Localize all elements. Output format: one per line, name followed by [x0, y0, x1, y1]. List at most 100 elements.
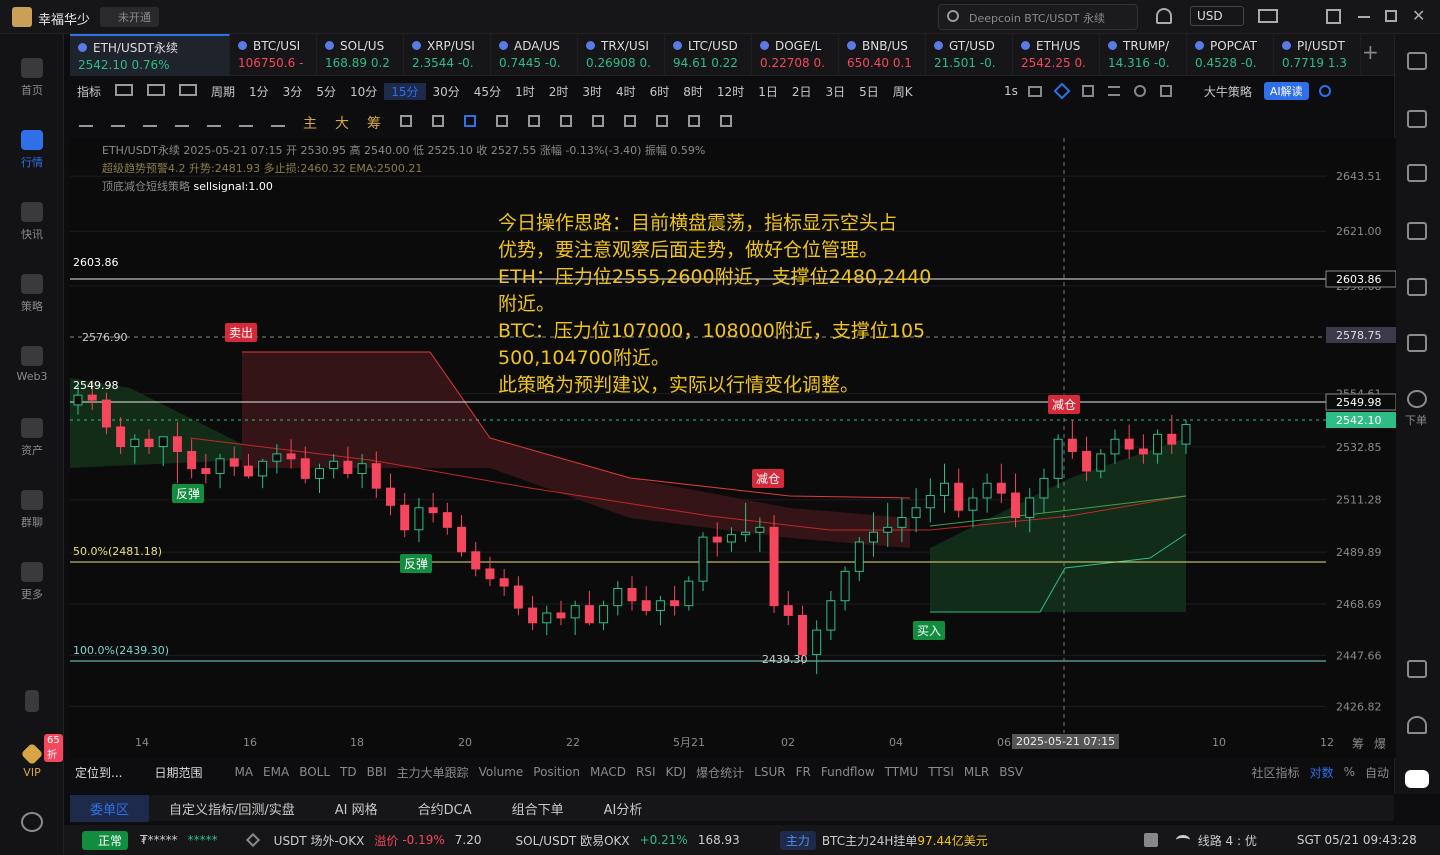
ticker-tab[interactable]: LTC/USD 94.61 0.22	[665, 34, 752, 76]
menu-icon[interactable]	[1107, 86, 1120, 96]
trash-icon[interactable]	[710, 115, 742, 131]
dollar-icon[interactable]	[1407, 164, 1427, 182]
ai-button[interactable]: AI解读	[1263, 82, 1309, 100]
ticker-tab[interactable]: POPCAT 0.4528 -0.	[1187, 34, 1274, 76]
camera-icon[interactable]	[1027, 85, 1042, 97]
magnet-icon[interactable]	[646, 115, 678, 131]
bottom-tab-4[interactable]: 组合下单	[492, 799, 584, 818]
eraser-icon[interactable]	[422, 115, 454, 131]
draw-tool-0[interactable]: 主	[294, 113, 326, 133]
indicator-right-3[interactable]: 自动	[1360, 764, 1394, 781]
rotate-icon[interactable]	[390, 115, 422, 131]
ticker-tab[interactable]: ETH/USDT永续 2542.10 0.76%	[70, 34, 230, 76]
nav-news[interactable]: 快讯	[0, 202, 64, 242]
help-icon[interactable]	[1143, 833, 1158, 847]
share-icon[interactable]	[1318, 85, 1331, 97]
indicator-11[interactable]: 爆仓统计	[691, 764, 749, 781]
strategy-select[interactable]: 大牛策略	[1186, 83, 1252, 100]
timeframe-10[interactable]: 2时	[542, 83, 576, 100]
close-icon[interactable]: ✕	[1412, 6, 1425, 25]
fullscreen-icon[interactable]	[1159, 85, 1172, 97]
indicator-left-0[interactable]: 定位到...	[70, 764, 127, 781]
nav-more[interactable]: 更多	[0, 562, 64, 602]
order-icon[interactable]	[1407, 390, 1427, 408]
add-tab-icon[interactable]: +	[1362, 40, 1379, 64]
lock-icon[interactable]	[582, 115, 614, 131]
timeframe-20[interactable]: 周K	[886, 83, 920, 100]
timeframe-7[interactable]: 30分	[426, 83, 467, 100]
timeframe-5[interactable]: 10分	[343, 83, 384, 100]
filter-icon[interactable]	[678, 115, 710, 131]
hline-icon[interactable]	[70, 115, 102, 131]
search-input[interactable]: Deepcoin BTC/USDT 永续	[969, 10, 1105, 26]
bottom-tab-3[interactable]: 合约DCA	[398, 799, 492, 818]
select-icon[interactable]	[454, 115, 486, 131]
text-icon[interactable]	[166, 115, 198, 131]
timeframe-18[interactable]: 3日	[818, 83, 852, 100]
bottom-tab-1[interactable]: 自定义指标/回测/实盘	[149, 799, 315, 818]
indicator-6[interactable]: Volume	[474, 765, 529, 779]
note-icon[interactable]	[614, 115, 646, 131]
doc-icon[interactable]	[1407, 110, 1427, 128]
layout-icon[interactable]	[1326, 9, 1341, 24]
status-badge[interactable]: 未开通	[100, 7, 159, 27]
indicator-18[interactable]: BSV	[994, 765, 1028, 779]
indicator-left-1[interactable]: 日期范围	[149, 764, 207, 781]
chart-area[interactable]: 2643.512621.002598.682554.612532.852511.…	[70, 138, 1396, 758]
line-icon[interactable]	[102, 115, 134, 131]
layout-tool-icon[interactable]	[140, 83, 172, 99]
indicator-15[interactable]: TTMU	[880, 765, 924, 779]
line-status[interactable]: 线路 4 : 优	[1198, 832, 1257, 849]
nav-web3[interactable]: Web3	[0, 346, 64, 383]
indicator-10[interactable]: KDJ	[661, 765, 692, 779]
pen-icon[interactable]	[1053, 82, 1071, 100]
maximize-icon[interactable]	[1385, 10, 1397, 22]
sol-pair[interactable]: SOL/USDT 欧易OKX	[516, 832, 630, 849]
ticker-tab[interactable]: ADA/US 0.7445 -0.	[491, 34, 578, 76]
list-icon[interactable]	[1407, 52, 1427, 70]
signal-icon[interactable]	[1407, 222, 1427, 240]
indicator-13[interactable]: FR	[791, 765, 816, 779]
nav-strategy[interactable]: 策略	[0, 274, 64, 314]
bot-icon[interactable]	[1405, 770, 1429, 788]
nav-home[interactable]: 首页	[0, 58, 64, 98]
otc-pair[interactable]: USDT 场外-OKX	[274, 832, 365, 849]
timeframe-0[interactable]: 指标	[70, 83, 108, 100]
ticker-tab[interactable]: SOL/US 168.89 0.2	[317, 34, 404, 76]
indicator-7[interactable]: Position	[528, 765, 585, 779]
copy-icon[interactable]	[1081, 85, 1094, 97]
channel-icon[interactable]	[134, 115, 166, 131]
indicator-1[interactable]: EMA	[258, 765, 294, 779]
layout-tool-icon[interactable]	[108, 83, 140, 99]
indicator-14[interactable]: Fundflow	[816, 765, 880, 779]
ticker-tab[interactable]: TRUMP/14.316 -0.	[1100, 34, 1187, 76]
timeframe-4[interactable]: 5分	[309, 83, 343, 100]
more-icon[interactable]	[262, 115, 294, 131]
headset-icon[interactable]	[1407, 716, 1427, 734]
ticker-tab[interactable]: GT/USD 21.501 -0.	[926, 34, 1013, 76]
timeframe-9[interactable]: 1时	[508, 83, 542, 100]
indicator-17[interactable]: MLR	[959, 765, 994, 779]
measure-icon[interactable]	[550, 115, 582, 131]
gear-icon[interactable]	[1133, 85, 1146, 97]
brush-icon[interactable]	[230, 115, 262, 131]
timeframe-11[interactable]: 3时	[575, 83, 609, 100]
indicator-16[interactable]: TTSI	[923, 765, 959, 779]
nav-market[interactable]: 行情	[0, 130, 64, 170]
timeframe-8[interactable]: 45分	[467, 83, 508, 100]
indicator-right-1[interactable]: 对数	[1305, 764, 1339, 781]
ticker-tab[interactable]: TRX/USI 0.26908 0.	[578, 34, 665, 76]
nav-settings[interactable]	[0, 812, 64, 836]
timeframe-3[interactable]: 3分	[276, 83, 310, 100]
timeframe-19[interactable]: 5日	[852, 83, 886, 100]
ticker-tab[interactable]: XRP/USI 2.3544 -0.	[404, 34, 491, 76]
edit-icon[interactable]	[245, 832, 260, 848]
mail-icon[interactable]	[1258, 9, 1278, 23]
calc-icon[interactable]	[1407, 334, 1427, 352]
link-icon[interactable]	[486, 115, 518, 131]
indicator-3[interactable]: TD	[335, 765, 362, 779]
indicator-right-0[interactable]: 社区指标	[1247, 764, 1305, 781]
ticker-tab[interactable]: BTC/USI 106750.6 -	[230, 34, 317, 76]
indicator-2[interactable]: BOLL	[294, 765, 335, 779]
timeframe-15[interactable]: 12时	[710, 83, 751, 100]
